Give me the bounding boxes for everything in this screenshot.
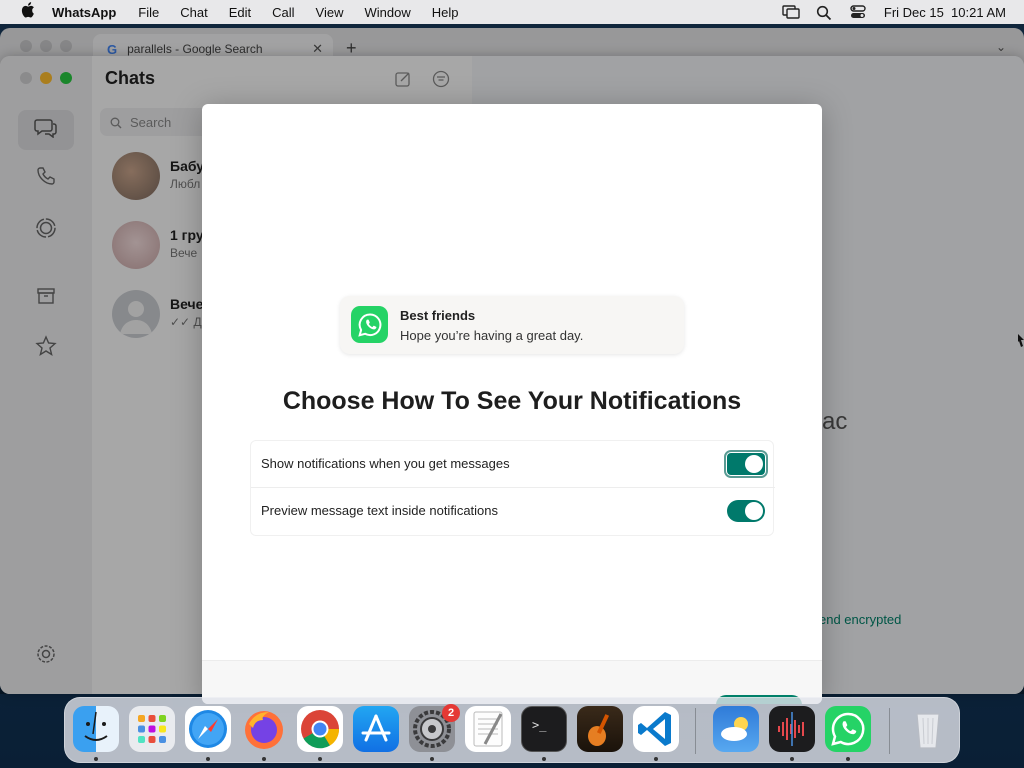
running-indicator	[790, 757, 794, 761]
dock-separator	[695, 708, 696, 754]
mouse-cursor	[1018, 334, 1024, 348]
notification-settings-dialog: Best friends Hope you’re having a great …	[202, 104, 822, 704]
terminal-icon[interactable]: >_	[521, 706, 567, 752]
running-indicator	[94, 757, 98, 761]
spotlight-search-icon[interactable]	[816, 5, 832, 21]
firefox-icon[interactable]	[241, 706, 287, 752]
menu-help[interactable]: Help	[432, 5, 459, 20]
whatsapp-icon[interactable]	[825, 706, 871, 752]
toggle-knob	[745, 455, 763, 473]
notification-preview: Best friends Hope you’re having a great …	[340, 296, 684, 354]
option-label: Show notifications when you get messages	[261, 456, 510, 471]
preview-text-toggle[interactable]	[727, 500, 765, 522]
running-indicator	[430, 757, 434, 761]
show-notifications-toggle[interactable]	[724, 450, 768, 478]
notification-title: Best friends	[400, 308, 476, 323]
finder-icon[interactable]	[73, 706, 119, 752]
running-indicator	[846, 757, 850, 761]
app-store-icon[interactable]	[353, 706, 399, 752]
control-center-icon[interactable]	[850, 5, 866, 19]
option-show-notifications: Show notifications when you get messages	[251, 441, 775, 488]
option-preview-text: Preview message text inside notification…	[251, 488, 775, 535]
menu-view[interactable]: View	[316, 5, 344, 20]
menu-window[interactable]: Window	[364, 5, 410, 20]
weather-icon[interactable]	[713, 706, 759, 752]
menu-edit[interactable]: Edit	[229, 5, 251, 20]
running-indicator	[542, 757, 546, 761]
running-indicator	[262, 757, 266, 761]
option-label: Preview message text inside notification…	[261, 503, 499, 518]
screen-mirror-icon[interactable]	[782, 5, 800, 19]
garageband-icon[interactable]	[577, 706, 623, 752]
running-indicator	[318, 757, 322, 761]
vscode-icon[interactable]	[633, 706, 679, 752]
running-indicator	[206, 757, 210, 761]
dialog-heading: Choose How To See Your Notifications	[282, 387, 742, 415]
notification-badge: 2	[442, 704, 460, 722]
running-indicator	[654, 757, 658, 761]
notification-options: Show notifications when you get messages…	[250, 440, 775, 536]
toggle-knob	[745, 502, 763, 520]
menu-call[interactable]: Call	[272, 5, 294, 20]
menubar-clock[interactable]: Fri Dec 15 10:21 AM	[884, 5, 1006, 20]
chrome-icon[interactable]	[297, 706, 343, 752]
notification-body: Hope you’re having a great day.	[400, 328, 584, 343]
menu-file[interactable]: File	[138, 5, 159, 20]
menu-bar: WhatsApp File Chat Edit Call View Window…	[0, 0, 1024, 24]
launchpad-icon[interactable]	[129, 706, 175, 752]
dock-separator	[889, 708, 890, 754]
svg-text:>_: >_	[532, 718, 547, 732]
menu-chat[interactable]: Chat	[180, 5, 207, 20]
dock: 2 >_	[64, 697, 960, 763]
trash-icon[interactable]	[905, 706, 951, 752]
safari-icon[interactable]	[185, 706, 231, 752]
textedit-icon[interactable]	[465, 706, 511, 752]
voice-memos-icon[interactable]	[769, 706, 815, 752]
app-menu[interactable]: WhatsApp	[52, 5, 116, 20]
apple-menu-icon[interactable]	[18, 2, 38, 22]
whatsapp-logo-icon	[351, 306, 388, 343]
